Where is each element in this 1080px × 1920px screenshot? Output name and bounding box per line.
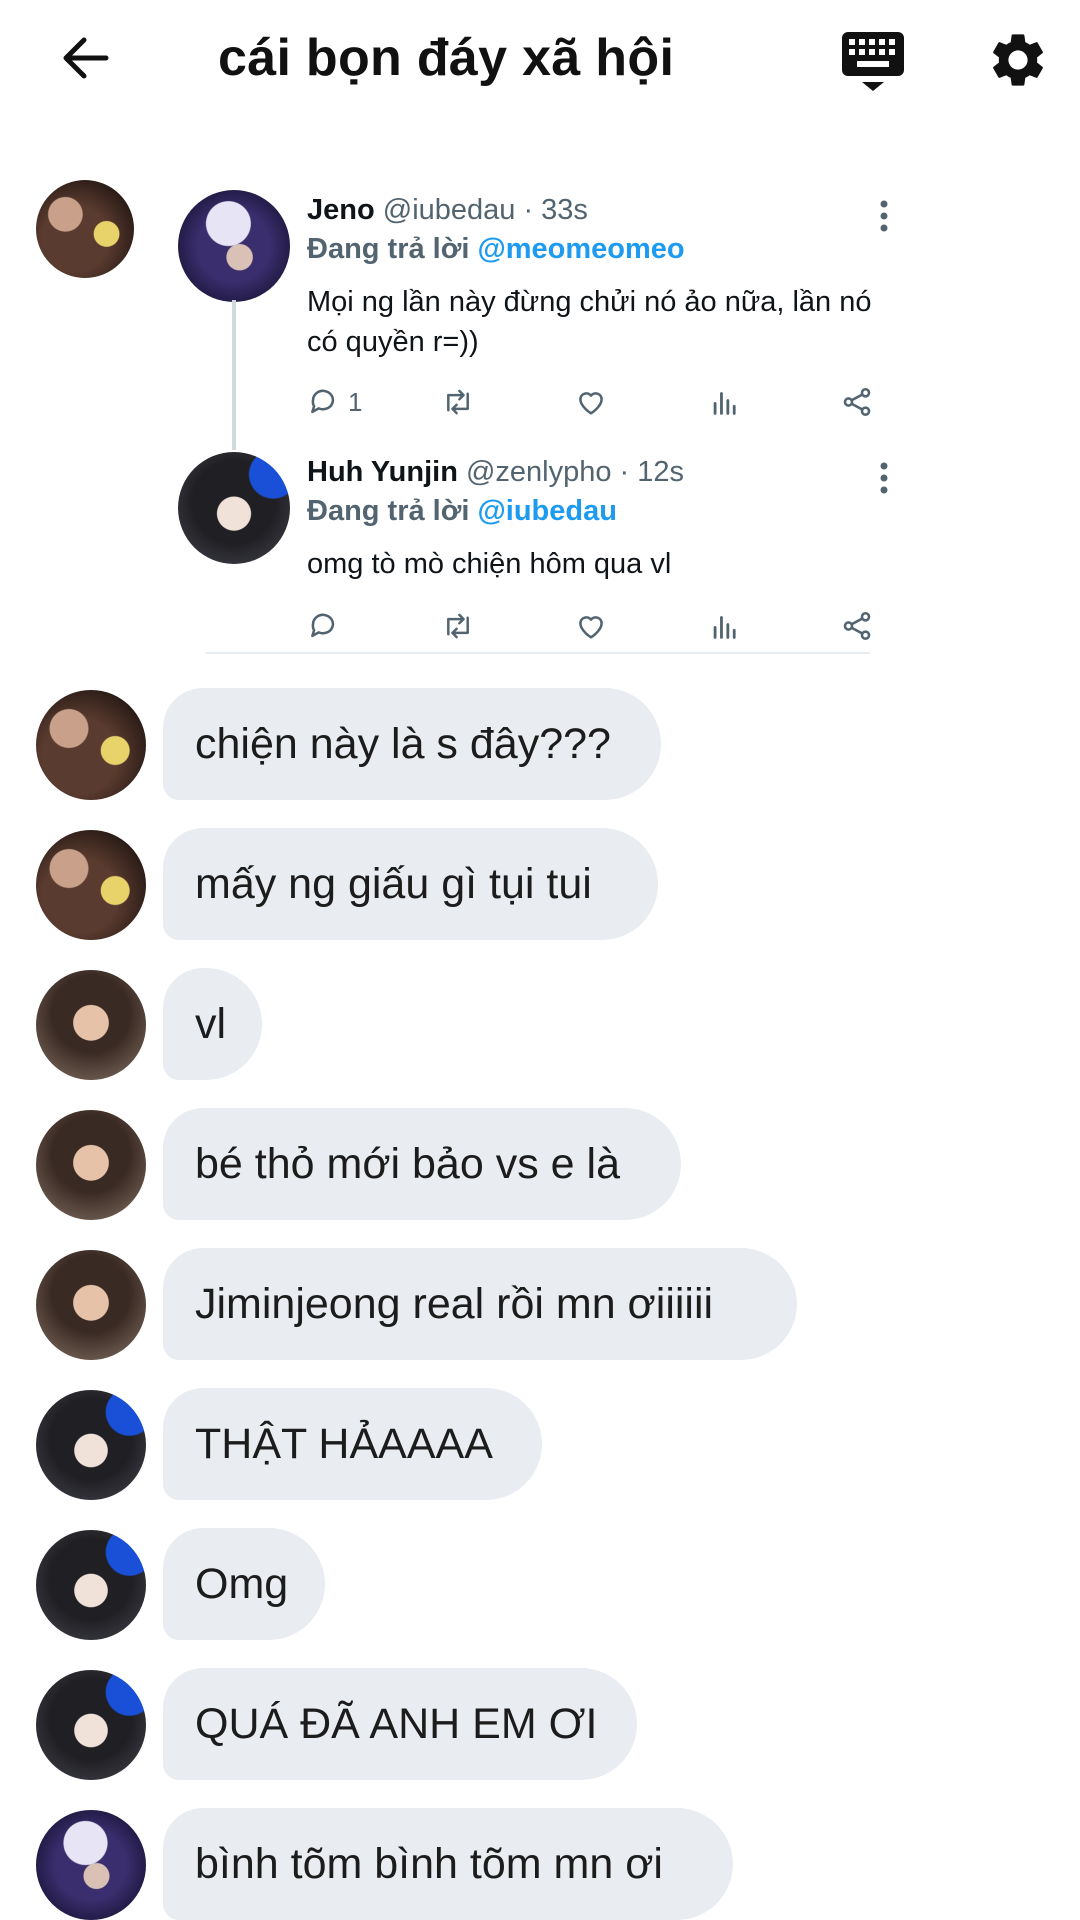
message-bubble[interactable]: QUÁ ĐÃ ANH EM ƠI — [163, 1668, 637, 1780]
tweet-text: Mọi ng lần này đừng chửi nó ảo nữa, lần … — [307, 286, 872, 358]
avatar[interactable] — [36, 1530, 146, 1640]
replying-label: Đang trả lời — [307, 233, 478, 265]
reply-icon — [311, 389, 335, 414]
handle-time: @zenlypho · 12s — [465, 456, 685, 488]
more-options-icon[interactable] — [874, 458, 894, 498]
avatar[interactable] — [178, 190, 290, 302]
mention-link[interactable]: @iubedau — [477, 495, 616, 527]
views-icon[interactable] — [708, 606, 742, 646]
message-bubble[interactable]: Omg — [163, 1528, 325, 1640]
more-options-icon[interactable] — [874, 196, 894, 236]
display-name: Jeno — [307, 194, 375, 226]
replying-to: Đang trả lời @meomeomeo — [307, 233, 685, 266]
share-icon[interactable] — [840, 382, 874, 422]
retweet-icon[interactable] — [440, 606, 476, 646]
avatar[interactable] — [178, 452, 290, 564]
keyboard-icon[interactable] — [840, 28, 906, 94]
avatar[interactable] — [36, 970, 146, 1080]
thread-connector — [232, 300, 236, 450]
display-name: Huh Yunjin — [307, 456, 458, 488]
like-icon[interactable] — [574, 606, 608, 646]
avatar[interactable] — [36, 1250, 146, 1360]
message-bubble[interactable]: bé thỏ mới bảo vs e là — [163, 1108, 681, 1220]
tweet-text: omg tò mò chiện hôm qua vl — [307, 548, 672, 580]
reply-count: 1 — [348, 386, 363, 417]
message-bubble[interactable]: Jiminjeong real rồi mn ơiiiiii — [163, 1248, 797, 1360]
views-icon[interactable] — [708, 382, 742, 422]
message-bubble[interactable]: chiện này là s đây??? — [163, 688, 661, 800]
mention-link[interactable]: @meomeomeo — [477, 233, 684, 265]
chat-title: cái bọn đáy xã hội — [218, 29, 675, 87]
gear-icon[interactable] — [986, 28, 1050, 92]
like-icon[interactable] — [574, 382, 608, 422]
share-icon[interactable] — [840, 606, 874, 646]
handle-time: @iubedau · 33s — [382, 194, 588, 226]
avatar[interactable] — [36, 690, 146, 800]
message-bubble[interactable]: bình tõm bình tõm mn ơi — [163, 1808, 733, 1920]
tweet-author: Huh Yunjin @zenlypho · 12s — [307, 456, 684, 489]
tweet-author: Jeno @iubedau · 33s — [307, 194, 588, 227]
retweet-icon[interactable] — [440, 382, 476, 422]
reply-icon[interactable] — [306, 606, 340, 646]
divider — [206, 652, 870, 654]
top-bar: cái bọn đáy xã hội — [0, 0, 1080, 120]
avatar[interactable] — [36, 830, 146, 940]
message-bubble[interactable]: THẬT HẢAAAA — [163, 1388, 542, 1500]
message-bubble[interactable]: vl — [163, 968, 262, 1080]
avatar[interactable] — [36, 1810, 146, 1920]
reply-action[interactable]: 1 — [306, 382, 362, 422]
avatar[interactable] — [36, 1670, 146, 1780]
avatar[interactable] — [36, 180, 134, 278]
replying-to: Đang trả lời @iubedau — [307, 495, 617, 528]
message-bubble[interactable]: mấy ng giấu gì tụi tui — [163, 828, 658, 940]
back-arrow-icon[interactable] — [58, 30, 114, 86]
avatar[interactable] — [36, 1110, 146, 1220]
replying-label: Đang trả lời — [307, 495, 478, 527]
avatar[interactable] — [36, 1390, 146, 1500]
